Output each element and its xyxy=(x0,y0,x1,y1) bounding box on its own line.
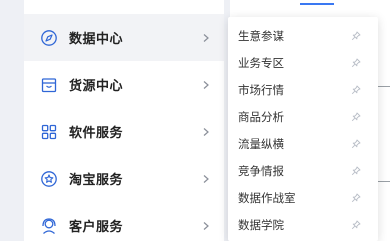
submenu-item-label: 数据作战室 xyxy=(238,190,296,205)
sidebar-item-label: 货源中心 xyxy=(69,79,124,94)
pin-icon[interactable] xyxy=(351,31,361,41)
submenu-item-label: 生意参谋 xyxy=(238,28,284,43)
submenu-item[interactable]: 流量纵横 xyxy=(228,130,378,157)
sidebar-item-label: 数据中心 xyxy=(69,32,124,47)
submenu-item-label: 业务专区 xyxy=(238,55,284,70)
submenu-item[interactable]: 业务专区 xyxy=(228,49,378,76)
submenu-item[interactable]: 数据作战室 xyxy=(228,184,378,211)
submenu-item[interactable]: 商品分析 xyxy=(228,103,378,130)
grid-icon xyxy=(40,123,58,141)
sidebar-item-software-services[interactable]: 软件服务 xyxy=(24,108,224,155)
submenu-item-label: 商品分析 xyxy=(238,109,284,124)
sidebar-item-label: 客户服务 xyxy=(69,220,124,235)
background-divider xyxy=(376,181,390,182)
sidebar-item-data-center[interactable]: 数据中心 xyxy=(24,14,224,61)
submenu-item[interactable]: 生意参谋 xyxy=(228,22,378,49)
submenu-item[interactable]: 数据学院 xyxy=(228,211,378,238)
star-badge-icon xyxy=(40,170,58,188)
sidebar-item-supply-center[interactable]: 货源中心 xyxy=(24,61,224,108)
submenu-item[interactable]: 市场行情 xyxy=(228,76,378,103)
submenu-item-label: 流量纵横 xyxy=(238,136,284,151)
sidebar-item-label: 软件服务 xyxy=(69,126,124,141)
page: 数据中心 货源中心 软件服务 淘宝服务 客户服务 生意参谋 业务专区 市场行情 … xyxy=(0,0,390,241)
chevron-right-icon xyxy=(201,80,211,90)
sidebar-menu: 数据中心 货源中心 软件服务 淘宝服务 客户服务 xyxy=(24,0,224,241)
pin-icon[interactable] xyxy=(351,193,361,203)
background-tab-indicator xyxy=(300,3,334,5)
pin-icon[interactable] xyxy=(351,220,361,230)
sidebar-item-customer-service[interactable]: 客户服务 xyxy=(24,202,224,241)
submenu-item[interactable]: 竞争情报 xyxy=(228,157,378,184)
headset-icon xyxy=(40,217,58,235)
store-icon xyxy=(40,76,58,94)
pin-icon[interactable] xyxy=(351,166,361,176)
pin-icon[interactable] xyxy=(351,85,361,95)
data-center-submenu: 生意参谋 业务专区 市场行情 商品分析 流量纵横 竞争情报 数据作战室 数据学院 xyxy=(228,17,378,241)
chevron-right-icon xyxy=(201,127,211,137)
sidebar-item-label: 淘宝服务 xyxy=(69,173,124,188)
compass-icon xyxy=(40,29,58,47)
chevron-right-icon xyxy=(201,221,211,231)
pin-icon[interactable] xyxy=(351,58,361,68)
submenu-item-label: 市场行情 xyxy=(238,82,284,97)
background-divider xyxy=(376,86,390,87)
chevron-right-icon xyxy=(201,174,211,184)
sidebar-item-taobao-services[interactable]: 淘宝服务 xyxy=(24,155,224,202)
submenu-item-label: 数据学院 xyxy=(238,217,284,232)
submenu-item-label: 竞争情报 xyxy=(238,163,284,178)
pin-icon[interactable] xyxy=(351,139,361,149)
chevron-right-icon xyxy=(201,33,211,43)
pin-icon[interactable] xyxy=(351,112,361,122)
